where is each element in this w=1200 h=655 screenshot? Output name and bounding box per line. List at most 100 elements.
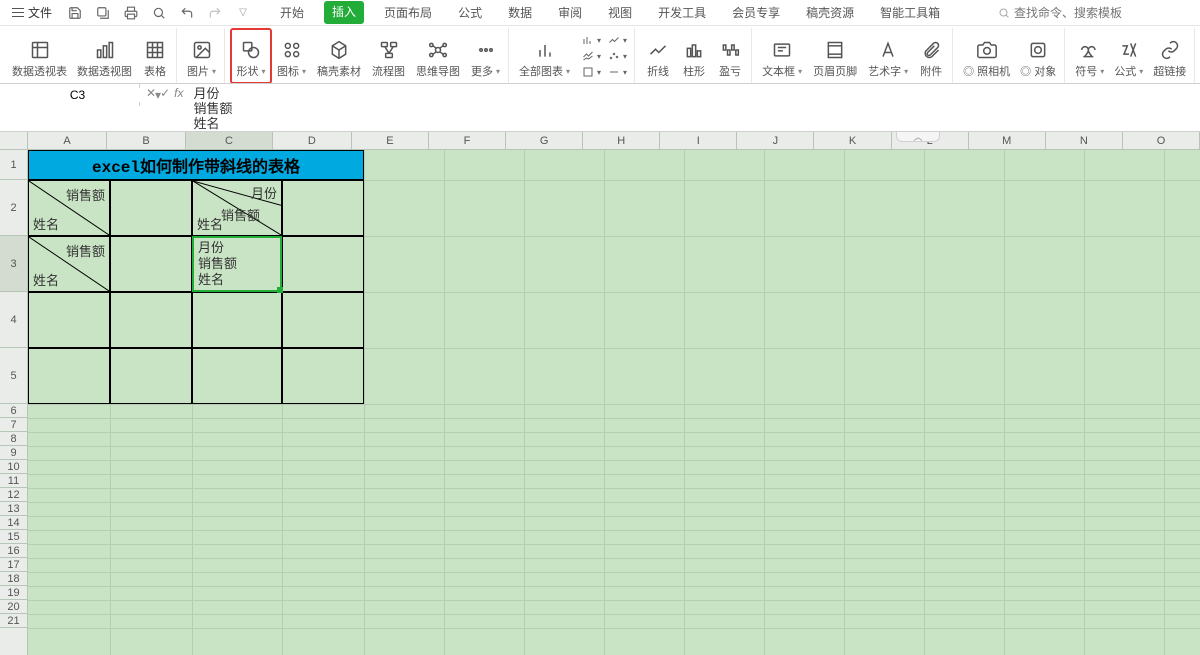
row-header-9[interactable]: 9 — [0, 446, 27, 460]
table-cell[interactable] — [28, 348, 110, 404]
tab-页面布局[interactable]: 页面布局 — [378, 1, 438, 24]
table-cell[interactable] — [110, 180, 192, 236]
chart-mini-icon[interactable]: ▾ — [604, 49, 628, 63]
equation-button[interactable]: 公式 — [1110, 37, 1147, 83]
table-cell[interactable]: 姓名销售额 — [28, 180, 110, 236]
row-header-13[interactable]: 13 — [0, 502, 27, 516]
table-cell[interactable] — [110, 292, 192, 348]
tab-审阅[interactable]: 审阅 — [552, 1, 588, 24]
cancel-icon[interactable]: ✕ — [146, 86, 156, 100]
camera-button[interactable]: ◎ 照相机 — [959, 37, 1014, 83]
col-header-H[interactable]: H — [583, 132, 660, 149]
chart-mini-icon[interactable]: ▾ — [578, 33, 602, 47]
row-header-18[interactable]: 18 — [0, 572, 27, 586]
col-header-O[interactable]: O — [1123, 132, 1200, 149]
qat-dropdown[interactable]: ▽ — [232, 3, 254, 23]
row-header-17[interactable]: 17 — [0, 558, 27, 572]
selected-cell[interactable]: 月份 销售额 姓名 — [192, 236, 282, 292]
table-cell[interactable] — [192, 348, 282, 404]
formula-text[interactable]: 月份 销售额 姓名 — [189, 84, 1200, 133]
table-cell[interactable] — [282, 180, 364, 236]
row-header-8[interactable]: 8 — [0, 432, 27, 446]
pivot-table-button[interactable]: 数据透视表 — [8, 37, 71, 83]
table-cell[interactable]: 姓名销售额 — [28, 236, 110, 292]
sparkline-bar-button[interactable]: 柱形 — [677, 37, 711, 83]
tab-公式[interactable]: 公式 — [452, 1, 488, 24]
sparkline-line-button[interactable]: 折线 — [641, 37, 675, 83]
pivot-chart-button[interactable]: 数据透视图 — [73, 37, 136, 83]
fx-icon[interactable]: fx — [174, 86, 183, 100]
row-header-7[interactable]: 7 — [0, 418, 27, 432]
col-header-N[interactable]: N — [1046, 132, 1123, 149]
save-icon[interactable] — [64, 3, 86, 23]
symbol-button[interactable]: 符号 — [1071, 37, 1108, 83]
search-input[interactable] — [1014, 6, 1194, 20]
row-header-3[interactable]: 3 — [0, 236, 27, 292]
row-header-14[interactable]: 14 — [0, 516, 27, 530]
col-header-G[interactable]: G — [506, 132, 583, 149]
chart-mini-icon[interactable]: ▾ — [578, 65, 602, 79]
row-header-4[interactable]: 4 — [0, 292, 27, 348]
save-as-icon[interactable] — [92, 3, 114, 23]
tab-开始[interactable]: 开始 — [274, 1, 310, 24]
charts-button[interactable]: 全部图表 — [515, 37, 574, 83]
table-cell[interactable] — [282, 348, 364, 404]
flowchart-button[interactable]: 流程图 — [368, 37, 409, 83]
row-header-6[interactable]: 6 — [0, 404, 27, 418]
row-header-2[interactable]: 2 — [0, 180, 27, 236]
tab-数据[interactable]: 数据 — [502, 1, 538, 24]
table-button[interactable]: 表格 — [138, 37, 172, 83]
hyperlink-button[interactable]: 超链接 — [1149, 37, 1190, 83]
search-box[interactable] — [998, 6, 1194, 20]
formula-bar-collapse[interactable]: ︿ — [896, 132, 940, 142]
row-header-19[interactable]: 19 — [0, 586, 27, 600]
spreadsheet[interactable]: ABCDEFGHIJKLMNO 123456789101112131415161… — [0, 132, 1200, 655]
row-header-16[interactable]: 16 — [0, 544, 27, 558]
table-cell[interactable] — [192, 292, 282, 348]
col-header-K[interactable]: K — [814, 132, 891, 149]
select-all-corner[interactable] — [0, 132, 28, 150]
table-cell[interactable] — [28, 292, 110, 348]
row-header-11[interactable]: 11 — [0, 474, 27, 488]
print-icon[interactable] — [120, 3, 142, 23]
table-title[interactable]: excel如何制作带斜线的表格 — [28, 150, 364, 180]
table-cell[interactable] — [282, 236, 364, 292]
header-footer-button[interactable]: 页眉页脚 — [808, 37, 862, 83]
row-header-20[interactable]: 20 — [0, 600, 27, 614]
sparkline-winloss-button[interactable]: 盈亏 — [713, 37, 747, 83]
table-cell[interactable] — [282, 292, 364, 348]
col-header-F[interactable]: F — [429, 132, 506, 149]
row-header-12[interactable]: 12 — [0, 488, 27, 502]
tab-视图[interactable]: 视图 — [602, 1, 638, 24]
tab-开发工具[interactable]: 开发工具 — [652, 1, 712, 24]
col-header-A[interactable]: A — [28, 132, 107, 149]
row-header-15[interactable]: 15 — [0, 530, 27, 544]
assets-button[interactable]: 稿壳素材 — [312, 37, 366, 83]
table-cell[interactable] — [110, 348, 192, 404]
more-button[interactable]: 更多 — [467, 37, 504, 83]
tab-智能工具箱[interactable]: 智能工具箱 — [874, 1, 946, 24]
wordart-button[interactable]: 艺术字 — [864, 37, 912, 83]
row-header-1[interactable]: 1 — [0, 150, 27, 180]
redo-button[interactable] — [204, 3, 226, 23]
chart-mini-icon[interactable]: ▾ — [604, 33, 628, 47]
shapes-button[interactable]: 形状 — [231, 29, 271, 83]
file-menu-button[interactable]: 文件 — [6, 2, 58, 23]
col-header-M[interactable]: M — [969, 132, 1046, 149]
textbox-button[interactable]: 文本框 — [758, 37, 806, 83]
object-button[interactable]: ◎ 对象 — [1016, 37, 1060, 83]
enter-icon[interactable]: ✓ — [160, 86, 170, 100]
name-box[interactable] — [0, 88, 155, 102]
row-header-5[interactable]: 5 — [0, 348, 27, 404]
table-cell[interactable] — [110, 236, 192, 292]
undo-button[interactable] — [176, 3, 198, 23]
col-header-E[interactable]: E — [352, 132, 429, 149]
col-header-D[interactable]: D — [273, 132, 352, 149]
tab-插入[interactable]: 插入 — [324, 1, 364, 24]
col-header-I[interactable]: I — [660, 132, 737, 149]
col-header-B[interactable]: B — [107, 132, 186, 149]
grid-cells[interactable]: excel如何制作带斜线的表格姓名销售额姓名销售额月份姓名销售额月份 销售额 姓… — [28, 150, 1200, 655]
table-cell[interactable]: 姓名销售额月份 — [192, 180, 282, 236]
attachment-button[interactable]: 附件 — [914, 37, 948, 83]
row-header-21[interactable]: 21 — [0, 614, 27, 628]
